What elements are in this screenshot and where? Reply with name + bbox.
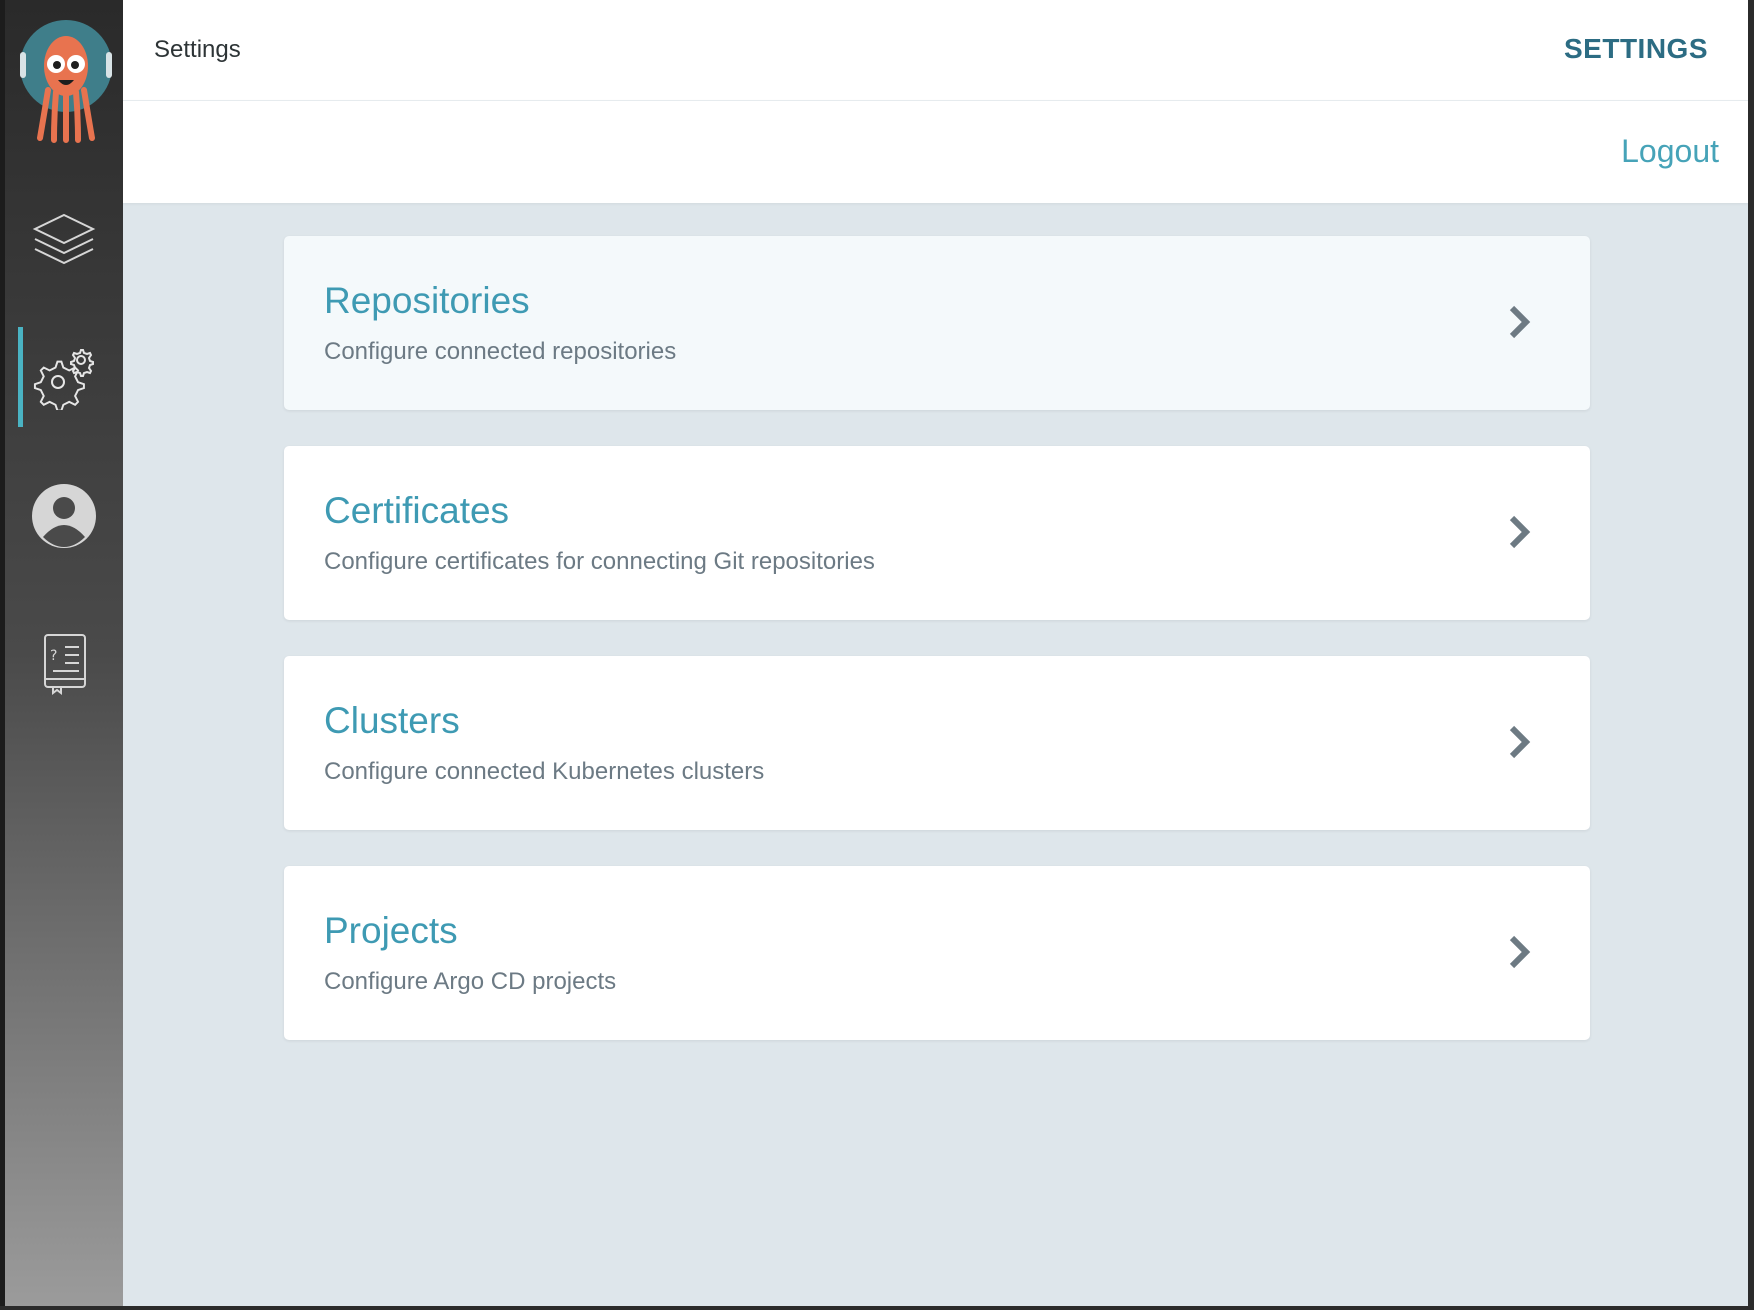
chevron-right-icon: [1509, 305, 1531, 339]
sidebar: ?: [0, 0, 123, 1306]
card-description: Configure certificates for connecting Gi…: [324, 548, 875, 575]
sidebar-item-user-info[interactable]: [18, 466, 110, 566]
argo-logo-icon[interactable]: [20, 20, 112, 143]
chevron-right-icon: [1509, 515, 1531, 549]
settings-card-repositories[interactable]: Repositories Configure connected reposit…: [284, 236, 1590, 410]
card-title: Projects: [324, 910, 458, 951]
card-title: Repositories: [324, 280, 530, 321]
docs-icon: ?: [44, 634, 86, 695]
card-title: Certificates: [324, 490, 510, 531]
chevron-right-icon: [1509, 935, 1531, 969]
svg-text:?: ?: [50, 648, 57, 664]
app-window: ? Settings SETTINGS Logout Repositories …: [0, 0, 1748, 1306]
settings-card-certificates[interactable]: Certificates Configure certificates for …: [284, 446, 1590, 620]
card-description: Configure Argo CD projects: [324, 968, 617, 995]
settings-card-clusters[interactable]: Clusters Configure connected Kubernetes …: [284, 656, 1590, 830]
top-bar: Settings SETTINGS: [123, 0, 1748, 101]
sidebar-edge: [0, 0, 5, 1306]
toolbar: Logout: [123, 101, 1748, 203]
logout-link[interactable]: Logout: [1621, 133, 1719, 170]
layers-icon: [32, 213, 96, 265]
sidebar-item-documentation[interactable]: ?: [18, 614, 110, 714]
card-description: Configure connected Kubernetes clusters: [324, 758, 765, 785]
gear-icon: [33, 349, 94, 410]
user-icon: [32, 484, 96, 548]
settings-card-projects[interactable]: Projects Configure Argo CD projects: [284, 866, 1590, 1040]
card-description: Configure connected repositories: [324, 338, 677, 365]
sidebar-item-applications[interactable]: [18, 190, 110, 290]
settings-heading: SETTINGS: [1563, 33, 1708, 64]
card-title: Clusters: [324, 700, 460, 741]
page-title: Settings: [154, 36, 241, 63]
chevron-right-icon: [1509, 725, 1531, 759]
sidebar-item-settings[interactable]: [18, 327, 110, 427]
